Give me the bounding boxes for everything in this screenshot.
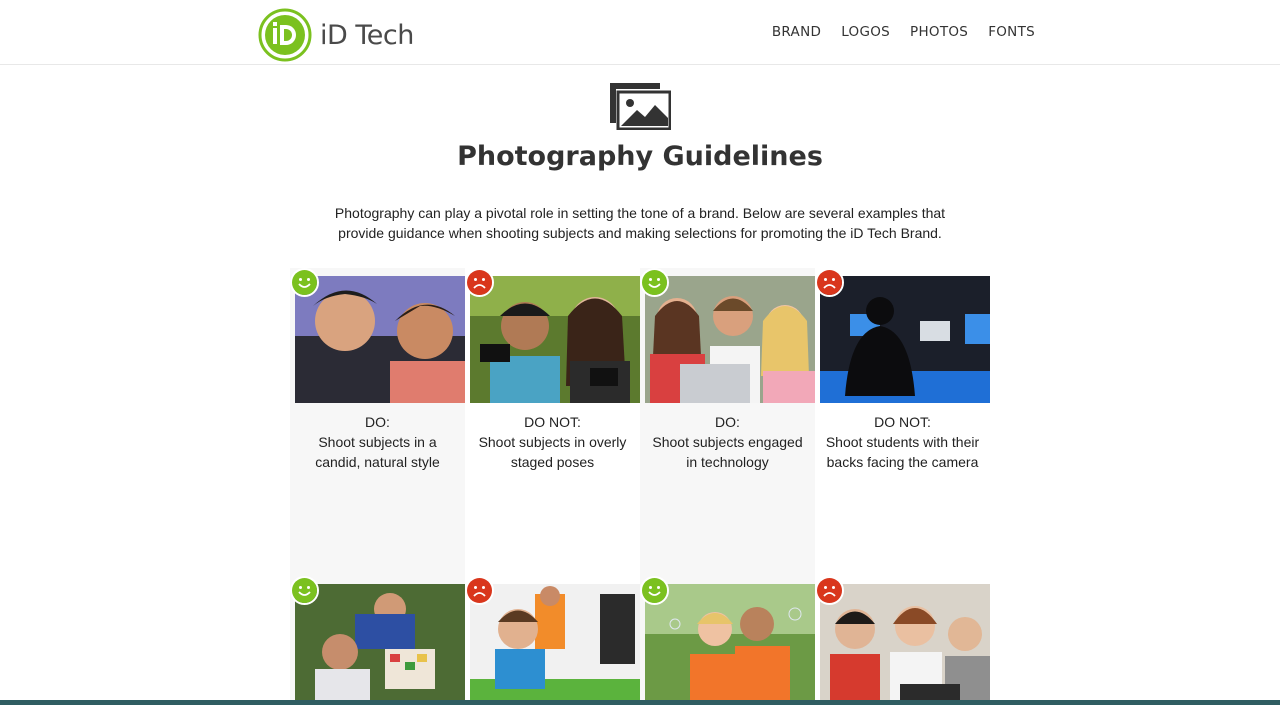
guideline-description: Shoot subjects engaged in technology xyxy=(652,434,803,470)
guideline-card xyxy=(640,576,815,700)
boys-with-lanyards-photo xyxy=(820,584,990,700)
guideline-card: DO: Shoot subjects engaged in technology xyxy=(640,268,815,580)
nav-photos[interactable]: PHOTOS xyxy=(910,24,968,40)
kids-with-cameras-photo xyxy=(470,276,640,403)
site-header: iD Tech BRAND LOGOS PHOTOS FONTS xyxy=(0,0,1280,65)
kids-laughing-photo xyxy=(295,276,465,403)
guideline-card: DO: Shoot subjects in a candid, natural … xyxy=(290,268,465,580)
guideline-description: Shoot subjects in overly staged poses xyxy=(478,434,627,470)
sad-face-icon xyxy=(815,268,844,297)
guideline-description: Shoot subjects in a candid, natural styl… xyxy=(315,434,440,470)
nav-fonts[interactable]: FONTS xyxy=(988,24,1035,40)
id-tech-logo-icon xyxy=(258,8,312,62)
guideline-card xyxy=(290,576,465,700)
guideline-caption: DO: Shoot subjects engaged in technology xyxy=(650,412,805,472)
brand-logo[interactable]: iD Tech xyxy=(258,8,414,62)
main-nav: BRAND LOGOS PHOTOS FONTS xyxy=(772,24,1035,40)
happy-face-icon xyxy=(640,576,669,605)
student-back-turned-photo xyxy=(820,276,990,403)
guideline-card xyxy=(815,576,990,700)
teens-at-laptop-photo xyxy=(645,276,815,403)
nav-brand[interactable]: BRAND xyxy=(772,24,821,40)
guideline-verdict: DO: xyxy=(365,414,390,430)
guideline-description: Shoot students with their backs facing t… xyxy=(825,434,980,470)
brand-name: iD Tech xyxy=(320,19,414,51)
sad-face-icon xyxy=(465,268,494,297)
window-bottom-edge xyxy=(0,700,1280,705)
nav-logos[interactable]: LOGOS xyxy=(841,24,890,40)
happy-face-icon xyxy=(640,268,669,297)
guideline-card xyxy=(465,576,640,700)
guideline-caption: DO NOT: Shoot students with their backs … xyxy=(825,412,980,472)
guideline-verdict: DO NOT: xyxy=(524,414,581,430)
kid-at-computer-photo xyxy=(470,584,640,700)
kids-orange-shirts-photo xyxy=(645,584,815,700)
guideline-card: DO NOT: Shoot subjects in overly staged … xyxy=(465,268,640,580)
sad-face-icon xyxy=(815,576,844,605)
photo-gallery-icon xyxy=(610,83,671,130)
page-title: Photography Guidelines xyxy=(457,141,823,172)
happy-face-icon xyxy=(290,576,319,605)
intro-text: Photography can play a pivotal role in s… xyxy=(334,205,946,241)
happy-face-icon xyxy=(290,268,319,297)
guideline-verdict: DO NOT: xyxy=(874,414,931,430)
kids-playing-cards-photo xyxy=(295,584,465,700)
guideline-caption: DO NOT: Shoot subjects in overly staged … xyxy=(475,412,630,472)
guideline-verdict: DO: xyxy=(715,414,740,430)
guideline-card: DO NOT: Shoot students with their backs … xyxy=(815,268,990,580)
sad-face-icon xyxy=(465,576,494,605)
guideline-caption: DO: Shoot subjects in a candid, natural … xyxy=(300,412,455,472)
